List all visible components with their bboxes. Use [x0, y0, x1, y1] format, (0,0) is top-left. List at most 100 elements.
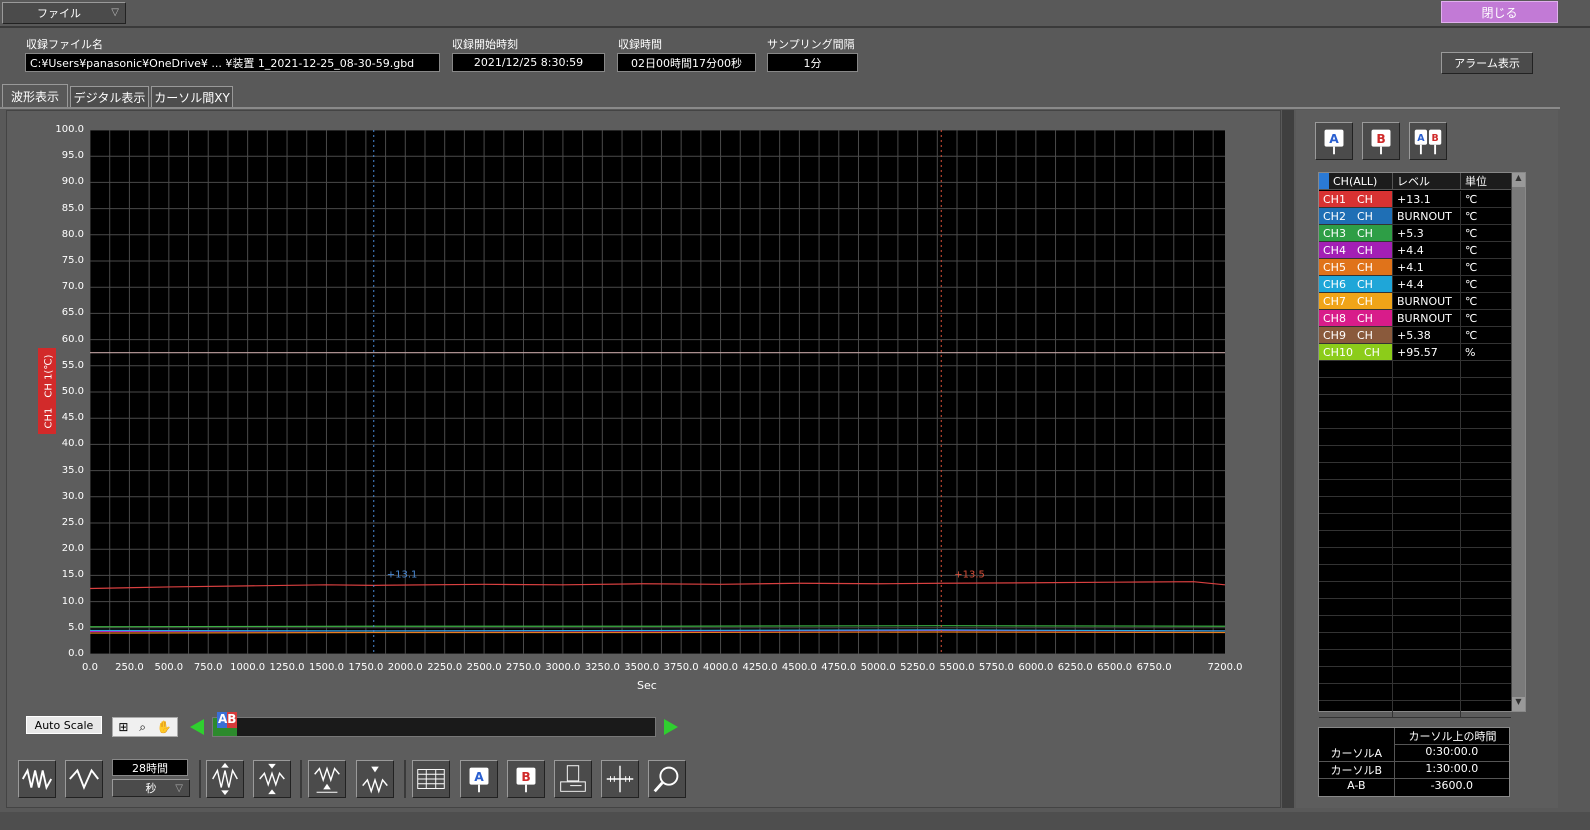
table-row[interactable]: CH2 CH BURNOUT ℃ — [1319, 208, 1511, 225]
cursor-a-icon: A — [469, 767, 489, 793]
header-select-all[interactable] — [1319, 173, 1329, 189]
chevron-down-icon: ▽ — [111, 7, 119, 18]
tab-bar-divider — [0, 107, 1560, 109]
alarm-display-label: アラーム表示 — [1454, 57, 1520, 70]
ab-marker[interactable]: AB — [217, 712, 238, 728]
time-unit-select[interactable]: 秒 ▽ — [112, 779, 190, 797]
cursor-a-tool-button[interactable]: A — [460, 760, 498, 798]
empty-table-row — [1319, 395, 1511, 412]
table-row[interactable]: CH5 CH +4.1 ℃ — [1319, 259, 1511, 276]
channel-unit-cell: ℃ — [1465, 294, 1478, 308]
cursor-b-button[interactable]: B — [1362, 122, 1400, 160]
cursor-a-row-label: カーソルA — [1330, 747, 1383, 760]
time-span-field[interactable]: 28時間 — [112, 759, 188, 776]
channel-name-cell: CH1 CH — [1319, 191, 1393, 207]
empty-table-row — [1319, 412, 1511, 429]
auto-scale-button[interactable]: Auto Scale — [26, 716, 102, 734]
vertical-expand-icon — [212, 762, 238, 796]
plot-area[interactable]: +13.1 +13.5 — [89, 129, 1226, 655]
channel-level-cell: +4.4 — [1393, 276, 1461, 292]
cursor-a-row-value: 0:30:00.0 — [1393, 745, 1509, 761]
channel-level-cell: +5.3 — [1393, 225, 1461, 241]
chevron-down-icon: ▽ — [175, 782, 183, 794]
table-button[interactable] — [412, 760, 450, 798]
channel-name-cell: CH10 CH — [1319, 344, 1393, 360]
table-row[interactable]: CH3 CH +5.3 ℃ — [1319, 225, 1511, 242]
magnify-icon[interactable]: ⌕ — [139, 720, 146, 735]
plus-icon[interactable]: ⊞ — [118, 720, 128, 734]
header-level: レベル — [1393, 173, 1461, 189]
cursor-diff-row-value: -3600.0 — [1393, 779, 1509, 796]
waveform-compress-icon — [21, 767, 53, 791]
table-scrollbar[interactable]: ▲ ▼ — [1511, 173, 1525, 711]
scroll-up-arrow[interactable]: ▲ — [1512, 173, 1525, 187]
y-tick-label: 15.0 — [61, 569, 84, 581]
cursor-ab-button[interactable]: AB — [1409, 122, 1447, 160]
channel-name-cell: CH2 CH — [1319, 208, 1393, 224]
hand-icon[interactable]: ✋ — [157, 720, 172, 734]
waveform-expand-button[interactable] — [65, 760, 103, 798]
crosshair-button[interactable] — [601, 760, 639, 798]
scroll-right-button[interactable] — [664, 719, 678, 735]
table-row[interactable]: CH8 CH BURNOUT ℃ — [1319, 310, 1511, 327]
shift-down-button[interactable] — [356, 760, 394, 798]
start-time-field: 2021/12/25 8:30:59 — [452, 53, 605, 72]
cursor-b-value: +13.5 — [954, 569, 985, 580]
empty-table-row — [1319, 463, 1511, 480]
y-tick-label: 35.0 — [61, 464, 84, 476]
table-row[interactable]: CH10 CH +95.57% — [1319, 344, 1511, 361]
toolbar-separator — [199, 760, 201, 798]
channel-unit-cell: ℃ — [1465, 192, 1478, 206]
series-line-3 — [89, 625, 1226, 628]
alarm-display-button[interactable]: アラーム表示 — [1441, 52, 1533, 74]
time-scrollbar[interactable]: AB — [212, 712, 656, 737]
channel-level-cell: BURNOUT — [1393, 293, 1461, 309]
cursor-b-icon: B — [516, 767, 536, 793]
channel-name-cell: CH5 CH — [1319, 259, 1393, 275]
scroll-down-arrow[interactable]: ▼ — [1512, 697, 1525, 711]
tab-cursor-xy[interactable]: カーソル間XY — [151, 86, 233, 108]
tab-cursor-xy-label: カーソル間XY — [154, 91, 230, 105]
channel-level-cell: BURNOUT — [1393, 310, 1461, 326]
channel-level-cell: +13.1 — [1393, 191, 1461, 207]
table-row[interactable]: CH6 CH +4.4 ℃ — [1319, 276, 1511, 293]
y-tick-label: 70.0 — [61, 281, 84, 293]
print-button[interactable] — [554, 760, 592, 798]
header-divider — [0, 26, 1590, 28]
vertical-compress-button[interactable] — [253, 760, 291, 798]
empty-table-row — [1319, 565, 1511, 582]
table-row[interactable]: CH7 CH BURNOUT ℃ — [1319, 293, 1511, 310]
table-row[interactable]: CH1 CH +13.1 ℃ — [1319, 191, 1511, 208]
zoom-button[interactable] — [648, 760, 686, 798]
cursor-diff-row-label: A-B — [1347, 779, 1366, 792]
scroll-left-button[interactable] — [190, 719, 204, 735]
vertical-expand-button[interactable] — [206, 760, 244, 798]
y-tick-label: 100.0 — [55, 124, 84, 135]
channel-name-cell: CH7 CH — [1319, 293, 1393, 309]
sampling-field: 1分 — [767, 53, 858, 72]
channel-unit-cell: ℃ — [1465, 243, 1478, 257]
waveform-chart: +13.1 +13.5 — [89, 129, 1226, 655]
y-axis-label-text: CH1 CH 1(℃) — [43, 354, 55, 428]
channel-name-cell: CH3 CH — [1319, 225, 1393, 241]
channel-level-cell: +4.4 — [1393, 242, 1461, 258]
waveform-compress-button[interactable] — [18, 760, 56, 798]
table-row[interactable]: CH4 CH +4.4 ℃ — [1319, 242, 1511, 259]
cursor-a-button[interactable]: A — [1315, 122, 1353, 160]
cursor-diff-row: A-B -3600.0 — [1319, 779, 1509, 796]
empty-table-row — [1319, 497, 1511, 514]
empty-table-row — [1319, 531, 1511, 548]
empty-table-row — [1319, 599, 1511, 616]
close-button[interactable]: 閉じる — [1441, 1, 1558, 23]
auto-scale-label: Auto Scale — [34, 718, 94, 732]
cursor-b-tool-button[interactable]: B — [507, 760, 545, 798]
shift-up-button[interactable] — [308, 760, 346, 798]
cursor-a-row: カーソルA 0:30:00.0 — [1319, 745, 1509, 762]
header-ch: CH(ALL) — [1329, 173, 1393, 189]
channel-name-cell: CH6 CH — [1319, 276, 1393, 292]
y-tick-label: 10.0 — [61, 595, 84, 607]
sampling-label: サンプリング間隔 — [767, 38, 855, 51]
empty-table-row — [1319, 667, 1511, 684]
table-row[interactable]: CH9 CH +5.38 ℃ — [1319, 327, 1511, 344]
time-unit-value: 秒 — [145, 782, 157, 795]
